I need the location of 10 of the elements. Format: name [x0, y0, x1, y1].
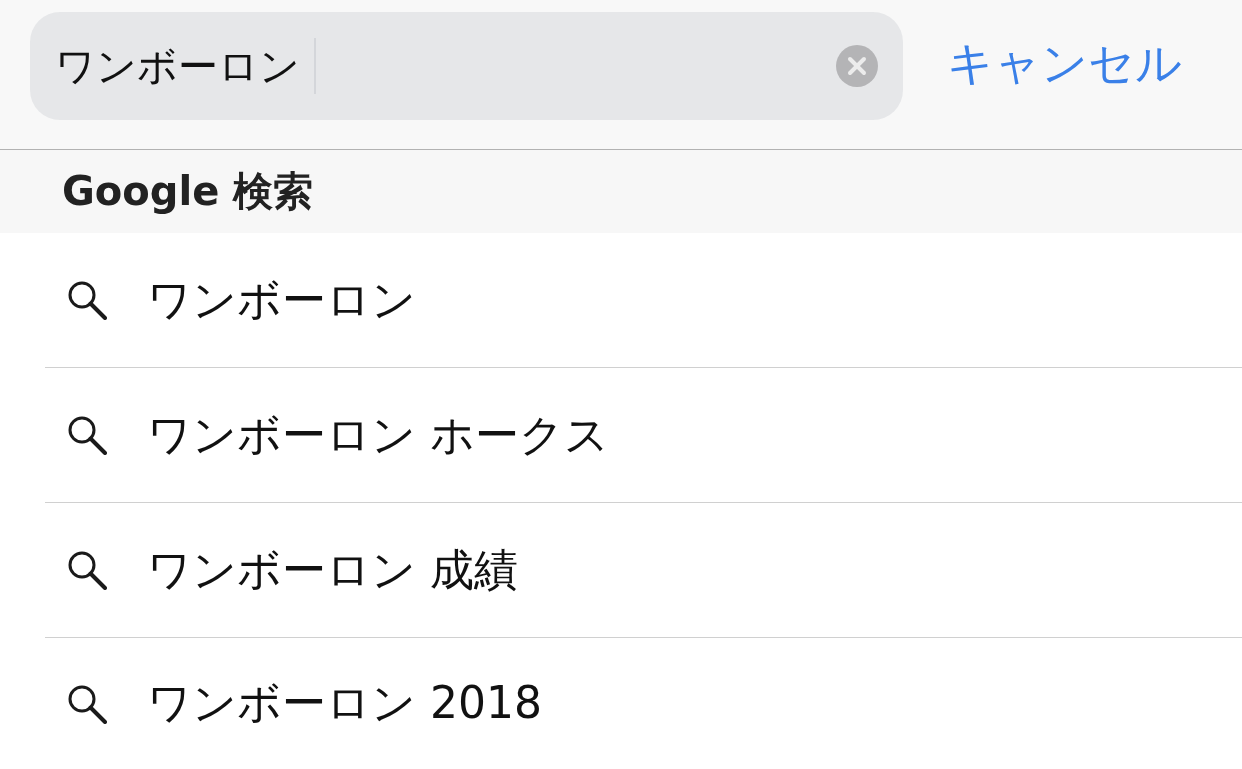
search-query: ワンボーロン — [55, 42, 300, 90]
search-icon — [67, 550, 107, 590]
clear-button[interactable] — [835, 44, 879, 88]
search-icon — [67, 415, 107, 455]
search-icon — [67, 280, 107, 320]
search-icon — [67, 683, 107, 724]
close-icon — [836, 45, 878, 87]
search-field[interactable]: ワンボーロン — [30, 12, 903, 120]
cancel-button[interactable]: キャンセル — [947, 36, 1182, 92]
section-title: Google 検索 — [62, 167, 314, 216]
